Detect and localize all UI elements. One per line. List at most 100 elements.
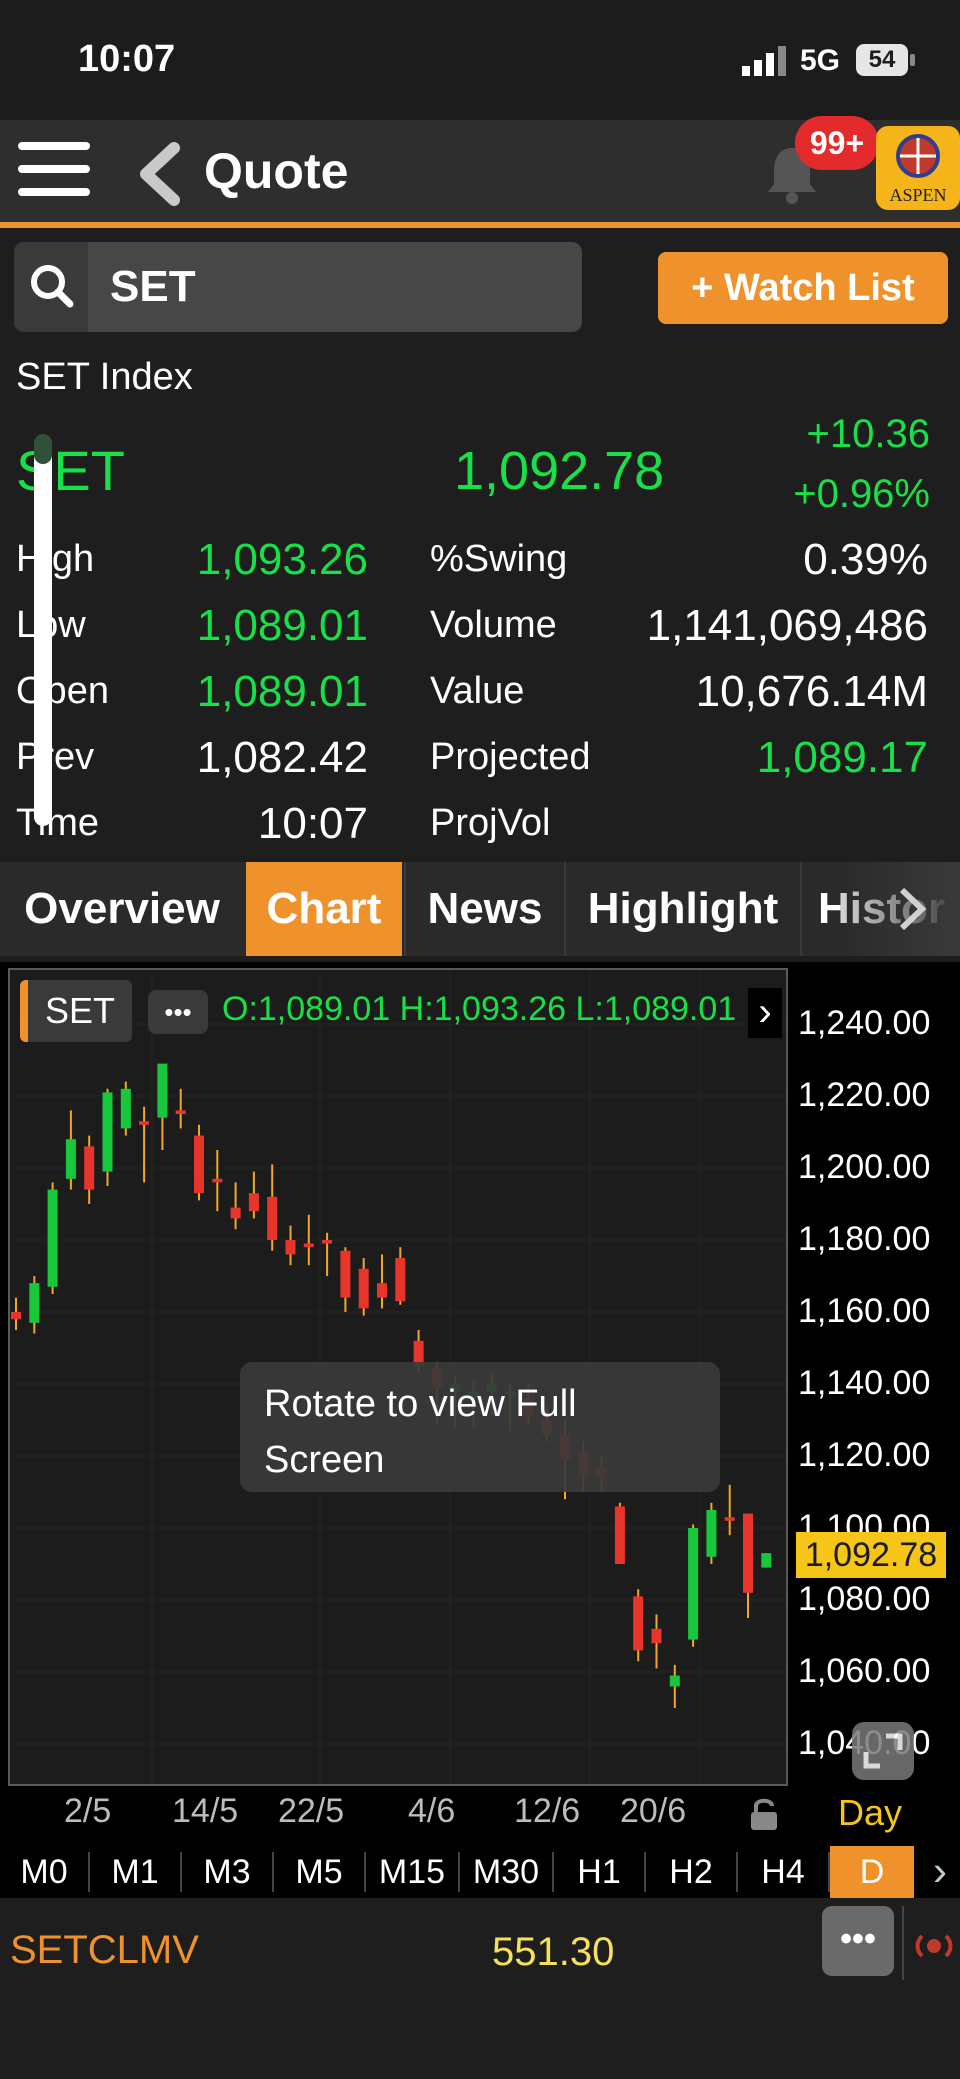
search-input[interactable]: SET: [14, 242, 582, 332]
price-tick-label: 1,180.00: [798, 1220, 931, 1258]
label-value: Value: [430, 670, 525, 712]
tf-m30[interactable]: M30: [460, 1846, 552, 1898]
page-title: Quote: [204, 143, 349, 199]
tf-h1[interactable]: H1: [554, 1846, 644, 1898]
ticker-symbol[interactable]: SETCLMV: [10, 1928, 199, 1973]
ticker-more-button[interactable]: •••: [822, 1906, 894, 1976]
watch-list-button[interactable]: + Watch List: [658, 252, 948, 324]
rotate-toast: Rotate to view Full Screen: [240, 1362, 720, 1492]
candle: [614, 1502, 625, 1564]
ohlc-readout: O:1,089.01 H:1,093.26 L:1,089.01: [222, 990, 737, 1028]
label-swing: %Swing: [430, 538, 568, 580]
candle: [377, 1254, 387, 1309]
tf-d[interactable]: D: [830, 1846, 914, 1898]
broadcast-icon[interactable]: [914, 1928, 954, 1964]
timeframe-indicator: Day: [838, 1792, 903, 1833]
tab-overview[interactable]: Overview: [0, 862, 244, 956]
menu-icon[interactable]: [18, 142, 90, 202]
date-label: 22/5: [278, 1792, 345, 1830]
value-value: 10,676.14M: [695, 667, 928, 716]
aspen-logo[interactable]: ASPEN: [876, 126, 960, 210]
back-icon[interactable]: [136, 142, 184, 206]
tab-chart[interactable]: Chart: [246, 862, 402, 956]
tf-m15[interactable]: M15: [366, 1846, 458, 1898]
candle-body: [688, 1528, 699, 1640]
price-tick-label: 1,140.00: [798, 1364, 931, 1402]
value-prev: 1,082.42: [196, 733, 368, 782]
index-name: SET Index: [16, 356, 193, 398]
candle: [29, 1276, 40, 1334]
candle: [47, 1182, 58, 1294]
candle: [688, 1524, 699, 1647]
tf-m3[interactable]: M3: [182, 1846, 272, 1898]
tf-m0[interactable]: M0: [0, 1846, 88, 1898]
candle: [761, 1553, 772, 1568]
quote-symbol: SET: [16, 439, 125, 502]
tf-h4[interactable]: H4: [738, 1846, 828, 1898]
battery-icon: 54: [856, 44, 908, 76]
candle-body: [139, 1121, 150, 1125]
price-tick-label: 1,240.00: [798, 1004, 931, 1042]
candle-body: [358, 1268, 369, 1309]
scrollbar-track[interactable]: [34, 440, 52, 826]
label-open: Open: [16, 670, 109, 712]
price-tick-label: 1,120.00: [798, 1436, 931, 1474]
candle-body: [267, 1196, 278, 1240]
chevron-right-icon[interactable]: ›: [920, 1846, 960, 1898]
value-volume: 1,141,069,486: [646, 601, 928, 650]
candle: [120, 1081, 131, 1136]
candle-body: [377, 1283, 387, 1298]
date-label: 20/6: [620, 1792, 687, 1830]
candle: [175, 1088, 186, 1129]
label-volume: Volume: [430, 604, 557, 646]
candle: [212, 1150, 223, 1212]
ticker-bar: [0, 1900, 960, 2079]
candle-body: [194, 1135, 204, 1194]
price-change: +10.36: [806, 412, 930, 456]
candle: [706, 1502, 717, 1564]
candle-body: [322, 1240, 333, 1244]
candle-body: [11, 1312, 21, 1320]
candle: [194, 1124, 204, 1201]
label-projvol: ProjVol: [430, 802, 551, 844]
tab-highlight[interactable]: Highlight: [566, 862, 800, 956]
candle: [322, 1232, 333, 1276]
chart-options-button[interactable]: •••: [148, 990, 208, 1034]
lock-icon[interactable]: [748, 1796, 780, 1832]
date-label: 2/5: [64, 1792, 112, 1830]
candle: [633, 1589, 644, 1662]
status-time: 10:07: [78, 38, 176, 80]
tf-m1[interactable]: M1: [90, 1846, 180, 1898]
date-axis: 2/5 14/5 22/5 4/6 12/6 20/6: [0, 1790, 960, 1842]
chevron-right-icon[interactable]: ›: [748, 988, 782, 1038]
candle-body: [102, 1092, 113, 1172]
candle-body: [651, 1628, 662, 1644]
value-time: 10:07: [257, 799, 368, 848]
ticker-value: 551.30: [492, 1930, 615, 1974]
candle: [743, 1513, 753, 1618]
tf-m5[interactable]: M5: [274, 1846, 364, 1898]
value-swing: 0.39%: [803, 535, 928, 584]
label-prev: Prev: [16, 736, 95, 778]
tab-news[interactable]: News: [406, 862, 564, 956]
candle-body: [724, 1517, 735, 1521]
candle-body: [614, 1506, 625, 1564]
current-price-label: 1,092.78: [796, 1532, 946, 1578]
date-label: 4/6: [408, 1792, 456, 1830]
candle-body: [65, 1139, 76, 1179]
candle-body: [285, 1240, 296, 1255]
chart-symbol-tag[interactable]: SET: [20, 980, 132, 1042]
tf-h2[interactable]: H2: [646, 1846, 736, 1898]
candle: [139, 1106, 150, 1183]
candle-body: [761, 1553, 772, 1568]
price-tick-label: 1,160.00: [798, 1292, 931, 1330]
price-tick-label: 1,220.00: [798, 1076, 931, 1114]
candle: [267, 1164, 278, 1251]
expand-icon[interactable]: [852, 1722, 914, 1780]
candle: [340, 1247, 351, 1312]
candle-body: [743, 1513, 753, 1593]
scrollbar-thumb[interactable]: [34, 434, 52, 464]
notification-badge: 99+: [795, 116, 879, 170]
search-value: SET: [110, 262, 196, 311]
candle: [395, 1247, 406, 1305]
